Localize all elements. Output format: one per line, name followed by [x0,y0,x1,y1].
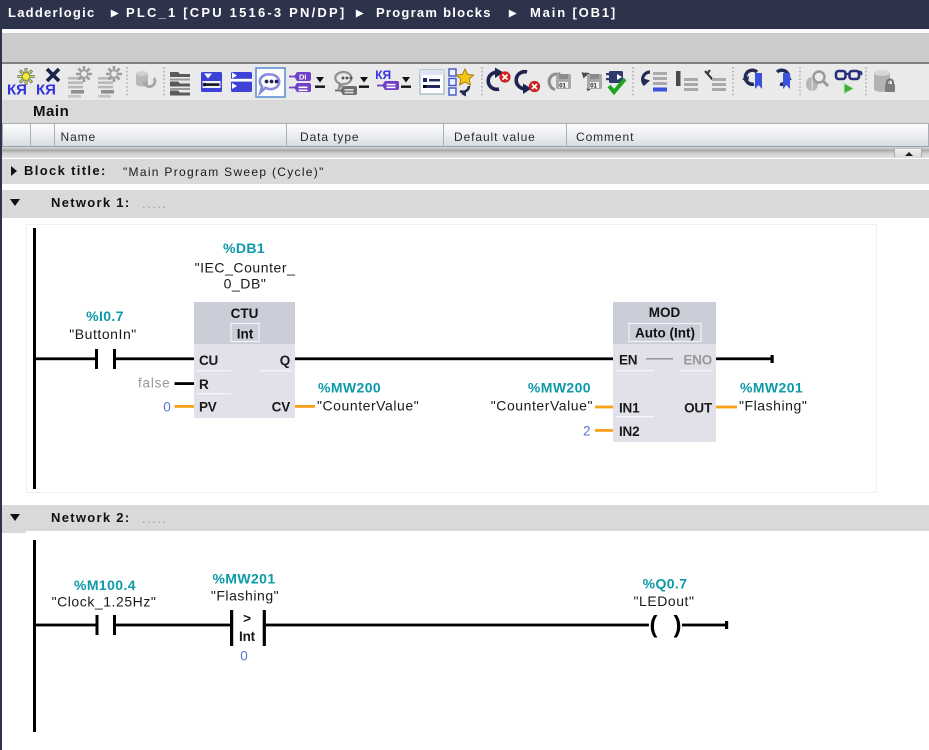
svg-text:IN1: IN1 [619,401,640,416]
svg-text:Auto (Int): Auto (Int) [635,326,695,341]
svg-text:ENO: ENO [683,353,712,368]
svg-text:"Clock_1.25Hz": "Clock_1.25Hz" [52,594,157,610]
svg-text:%Q0.7: %Q0.7 [643,576,688,592]
svg-text:false: false [138,375,171,390]
svg-text:CU: CU [199,353,218,368]
svg-text:%I0.7: %I0.7 [86,308,124,324]
svg-text:0: 0 [163,400,171,415]
svg-text:Int: Int [237,327,254,342]
svg-text:"CounterValue": "CounterValue" [491,398,593,414]
svg-text:"CounterValue": "CounterValue" [317,398,419,414]
svg-text:"IEC_Counter_: "IEC_Counter_ [195,260,296,276]
svg-text:CV: CV [272,400,291,415]
svg-text:): ) [674,612,682,639]
svg-text:(: ( [650,612,658,639]
svg-text:MOD: MOD [649,305,681,320]
svg-text:IN2: IN2 [619,424,639,439]
svg-text:0_DB": 0_DB" [224,276,267,292]
svg-text:%MW200: %MW200 [528,380,591,396]
svg-text:"ButtonIn": "ButtonIn" [69,326,137,342]
svg-text:EN: EN [619,353,637,368]
svg-text:>: > [243,611,251,626]
svg-text:"Flashing": "Flashing" [211,588,279,604]
svg-text:"LEDout": "LEDout" [633,593,694,609]
svg-text:PV: PV [199,400,217,415]
svg-text:Q: Q [280,353,290,368]
svg-text:0: 0 [240,649,248,664]
svg-text:%MW201: %MW201 [212,570,275,586]
svg-text:%M100.4: %M100.4 [74,577,136,593]
svg-text:%MW201: %MW201 [740,380,803,396]
svg-text:%DB1: %DB1 [223,240,265,256]
svg-text:R: R [199,377,209,392]
svg-text:%MW200: %MW200 [318,380,381,396]
svg-text:CTU: CTU [231,306,259,321]
svg-text:"Flashing": "Flashing" [739,398,807,414]
svg-text:OUT: OUT [684,401,713,416]
svg-text:2: 2 [583,424,591,439]
svg-text:Int: Int [239,629,256,644]
